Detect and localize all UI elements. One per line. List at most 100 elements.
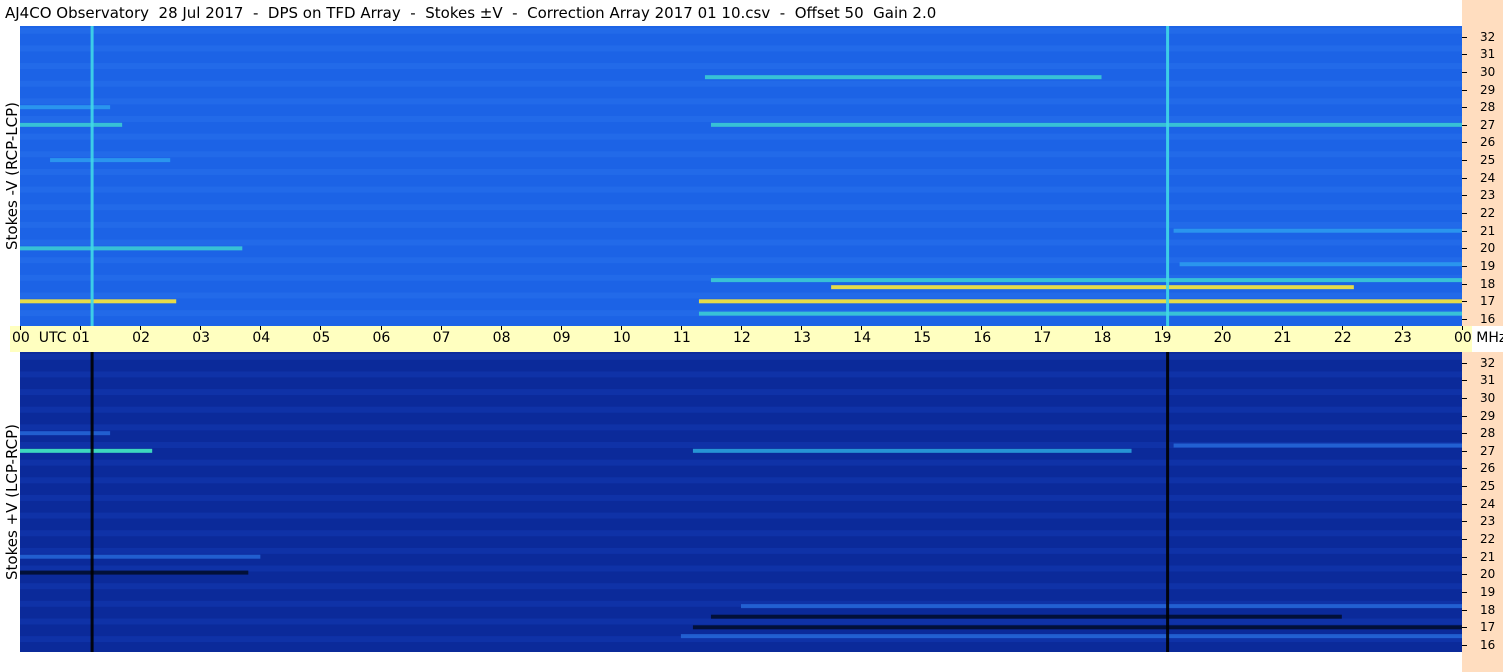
texture-stripe — [20, 239, 1462, 246]
signal-band — [698, 311, 1462, 316]
x-tick-label: 02 — [132, 330, 150, 346]
texture-stripe — [20, 45, 1462, 52]
y-tick-mark — [1462, 415, 1467, 417]
y-tick-label: 17 — [1480, 294, 1496, 309]
y-tick-label: 18 — [1480, 276, 1496, 291]
y-tick-label: 23 — [1480, 188, 1496, 203]
texture-stripe — [20, 389, 1462, 396]
y-tick-label: 30 — [1480, 390, 1496, 405]
x-tick-mark — [20, 326, 21, 330]
y-tick-mark — [1462, 609, 1467, 611]
x-tick-label: 00 MHz — [1454, 330, 1503, 346]
spectrogram-stokes-plus-v — [20, 352, 1462, 652]
x-tick-mark — [80, 326, 82, 330]
signal-band — [20, 246, 243, 251]
frequency-axis-top: 16 17 18 19 20 21 22 23 24 25 26 27 28 29 30 31 32 — [1462, 26, 1503, 326]
frequency-axis-corner — [1462, 0, 1503, 26]
y-tick-mark — [1462, 539, 1467, 541]
y-tick-label: 21 — [1480, 549, 1496, 564]
x-tick-mark — [560, 326, 562, 330]
texture-stripe — [20, 116, 1462, 122]
y-tick-mark — [1462, 450, 1467, 452]
y-tick-mark — [1462, 160, 1467, 162]
signal-band — [20, 299, 177, 304]
texture-stripe — [20, 204, 1462, 211]
x-tick-mark — [320, 326, 322, 330]
texture-stripe — [20, 151, 1462, 158]
x-tick-label: 06 — [372, 330, 391, 346]
x-tick-mark — [981, 326, 983, 330]
texture-stripe — [20, 98, 1462, 105]
spectrogram-stokes-minus-v — [20, 26, 1462, 326]
x-tick-mark — [1462, 326, 1463, 330]
y-tick-label: 16 — [1480, 311, 1496, 326]
chart-title: AJ4CO Observatory 28 Jul 2017 - DPS on T… — [5, 4, 937, 22]
y-tick-mark — [1462, 71, 1467, 73]
x-tick-label: 16 — [973, 330, 992, 346]
texture-stripe — [20, 424, 1462, 431]
y-tick-label: 20 — [1480, 567, 1496, 582]
spectrogram-plot — [20, 352, 1462, 652]
signal-band — [710, 278, 1462, 283]
y-tick-mark — [1462, 177, 1467, 179]
y-tick-mark — [1462, 644, 1467, 646]
texture-stripe — [20, 618, 1462, 625]
x-tick-mark — [620, 326, 622, 330]
texture-stripe — [20, 133, 1462, 140]
texture-stripe — [20, 547, 1462, 554]
signal-band — [1173, 228, 1462, 233]
y-tick-label: 18 — [1480, 602, 1496, 617]
ylabel-stokes-plus-v: Stokes +V (LCP-RCP) — [3, 424, 21, 580]
x-tick-label: 20 — [1213, 330, 1232, 346]
y-tick-label: 31 — [1480, 47, 1496, 62]
y-tick-label: 32 — [1480, 355, 1496, 370]
y-tick-mark — [1462, 592, 1467, 593]
texture-stripe — [20, 353, 1462, 360]
y-tick-label: 19 — [1480, 585, 1496, 599]
y-tick-mark — [1462, 266, 1467, 267]
signal-band — [20, 431, 111, 436]
y-tick-label: 26 — [1480, 135, 1496, 150]
x-tick-mark — [1341, 326, 1343, 330]
y-tick-mark — [1462, 230, 1467, 232]
signal-band — [1173, 443, 1462, 448]
texture-stripe — [20, 27, 1462, 34]
texture-stripe — [20, 292, 1462, 299]
signal-band — [50, 158, 171, 163]
signal-band — [20, 570, 249, 575]
x-tick-label: 17 — [1033, 330, 1052, 346]
x-tick-label: 08 — [492, 330, 511, 346]
x-tick-label: 12 — [733, 330, 751, 346]
x-tick-label: 09 — [552, 330, 571, 346]
y-tick-label: 22 — [1480, 206, 1496, 221]
x-tick-mark — [680, 326, 682, 330]
y-tick-label: 22 — [1480, 532, 1496, 547]
y-tick-label: 28 — [1480, 100, 1496, 115]
texture-stripe — [20, 583, 1462, 590]
x-tick-mark — [200, 326, 202, 330]
texture-stripe — [20, 530, 1462, 537]
y-tick-label: 26 — [1480, 461, 1496, 476]
x-tick-mark — [1221, 326, 1223, 330]
y-tick-label: 32 — [1480, 29, 1496, 44]
y-tick-mark — [1462, 521, 1467, 523]
texture-stripe — [20, 186, 1462, 193]
x-tick-mark — [1161, 326, 1163, 330]
y-tick-label: 23 — [1480, 514, 1496, 529]
signal-band — [692, 625, 1462, 630]
x-tick-label: 19 — [1153, 330, 1172, 346]
vertical-feature-line — [1166, 26, 1170, 326]
texture-stripe — [20, 477, 1462, 484]
y-tick-label: 28 — [1480, 426, 1496, 441]
texture-stripe — [20, 459, 1462, 466]
y-tick-mark — [1462, 283, 1467, 285]
y-tick-label: 20 — [1480, 241, 1496, 256]
signal-band — [710, 122, 1462, 127]
y-tick-label: 27 — [1480, 117, 1496, 132]
x-tick-mark — [500, 326, 502, 330]
y-tick-mark — [1462, 301, 1467, 303]
signal-band — [692, 448, 1132, 453]
x-tick-label: 07 — [432, 330, 451, 346]
y-tick-label: 25 — [1480, 153, 1496, 168]
y-tick-mark — [1462, 36, 1467, 38]
